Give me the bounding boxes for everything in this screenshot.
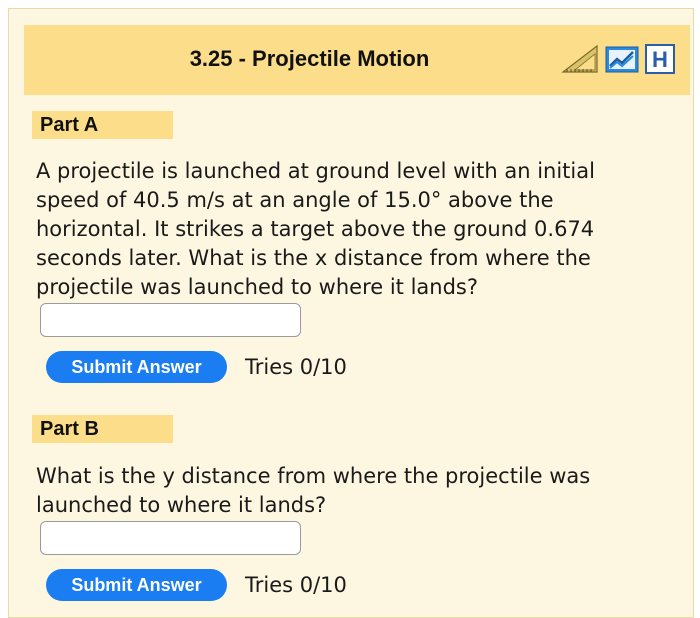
part-b-answer-input[interactable] xyxy=(40,521,301,555)
chart-book-icon[interactable] xyxy=(605,44,639,78)
part-b-submit-button[interactable]: Submit Answer xyxy=(46,569,227,601)
part-a-question: A projectile is launched at ground level… xyxy=(36,159,595,299)
svg-text:H: H xyxy=(652,47,668,72)
part-b-question: What is the y distance from where the pr… xyxy=(36,464,591,517)
part-b-tries: Tries 0/10 xyxy=(245,573,347,597)
header-icons: H xyxy=(561,44,675,78)
problem-panel: 3.25 - Projectile Motion H Part A A proj… xyxy=(8,8,694,618)
part-a-submit-button[interactable]: Submit Answer xyxy=(46,351,227,383)
problem-header: 3.25 - Projectile Motion H xyxy=(24,25,690,95)
ruler-triangle-icon[interactable] xyxy=(561,44,599,78)
part-b-label: Part B xyxy=(32,415,173,443)
hint-h-icon[interactable]: H xyxy=(645,44,675,78)
part-a-label: Part A xyxy=(32,111,173,139)
part-a-tries: Tries 0/10 xyxy=(245,355,347,379)
part-a-answer-input[interactable] xyxy=(40,303,301,337)
